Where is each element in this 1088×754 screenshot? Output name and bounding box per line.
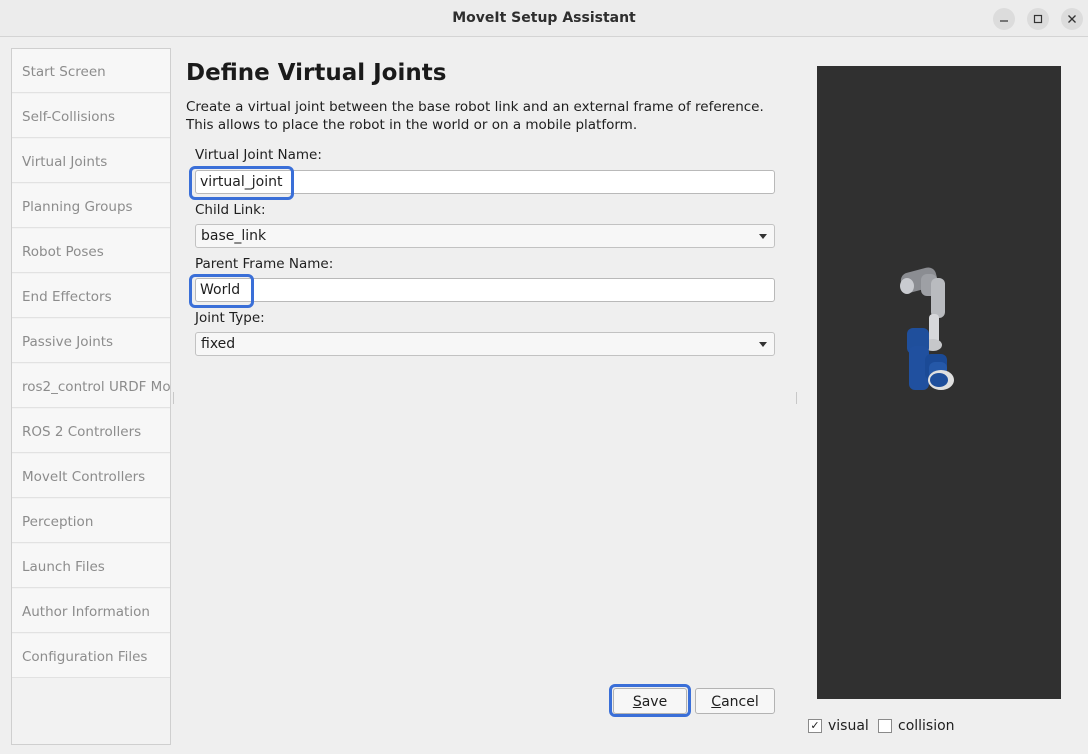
child-link-dropdown[interactable]: base_link: [195, 224, 775, 248]
close-icon: [1068, 15, 1076, 23]
page-description: Create a virtual joint between the base …: [186, 98, 764, 134]
visual-label: visual: [828, 718, 869, 734]
chevron-down-icon: [759, 234, 767, 239]
page-title: Define Virtual Joints: [186, 60, 447, 86]
robot-3d-viewport[interactable]: [817, 66, 1061, 699]
sidebar-item-passive-joints[interactable]: Passive Joints: [12, 319, 170, 363]
sidebar-item-planning-groups[interactable]: Planning Groups: [12, 184, 170, 228]
collision-label: collision: [898, 718, 955, 734]
sidebar-item-start-screen[interactable]: Start Screen: [12, 49, 170, 93]
title-bar: MoveIt Setup Assistant: [0, 0, 1088, 37]
sidebar-item-perception[interactable]: Perception: [12, 499, 170, 543]
sidebar-nav: Start Screen Self-Collisions Virtual Joi…: [11, 48, 171, 745]
child-link-label: Child Link:: [195, 202, 266, 218]
collision-checkbox[interactable]: [878, 719, 892, 733]
chevron-down-icon: [759, 342, 767, 347]
virtual-joint-name-label: Virtual Joint Name:: [195, 147, 322, 163]
maximize-icon: [1033, 14, 1043, 24]
visual-toggle[interactable]: ✓ visual: [808, 718, 869, 734]
minimize-button[interactable]: [993, 8, 1015, 30]
parent-frame-name-label: Parent Frame Name:: [195, 256, 334, 272]
virtual-joint-name-input[interactable]: [195, 170, 775, 194]
close-button[interactable]: [1061, 8, 1083, 30]
sidebar-item-end-effectors[interactable]: End Effectors: [12, 274, 170, 318]
sidebar-item-configuration-files[interactable]: Configuration Files: [12, 634, 170, 678]
sidebar-item-ros2-control[interactable]: ros2_control URDF Modifications: [12, 364, 170, 408]
visual-checkbox[interactable]: ✓: [808, 719, 822, 733]
parent-frame-name-input[interactable]: [195, 278, 775, 302]
splitter-handle-right[interactable]: [796, 392, 797, 404]
window-title: MoveIt Setup Assistant: [452, 10, 636, 26]
joint-type-dropdown[interactable]: fixed: [195, 332, 775, 356]
sidebar-item-robot-poses[interactable]: Robot Poses: [12, 229, 170, 273]
joint-type-value: fixed: [201, 336, 236, 352]
minimize-icon: [1000, 20, 1008, 22]
joint-type-label: Joint Type:: [195, 310, 265, 326]
splitter-handle-left[interactable]: [173, 392, 174, 404]
maximize-button[interactable]: [1027, 8, 1049, 30]
sidebar-item-author-information[interactable]: Author Information: [12, 589, 170, 633]
sidebar-item-self-collisions[interactable]: Self-Collisions: [12, 94, 170, 138]
save-button[interactable]: Save: [613, 688, 687, 714]
collision-toggle[interactable]: collision: [878, 718, 955, 734]
description-line-1: Create a virtual joint between the base …: [186, 99, 764, 115]
cancel-button[interactable]: Cancel: [695, 688, 775, 714]
sidebar-item-ros2-controllers[interactable]: ROS 2 Controllers: [12, 409, 170, 453]
child-link-value: base_link: [201, 228, 267, 244]
sidebar-item-launch-files[interactable]: Launch Files: [12, 544, 170, 588]
sidebar-item-virtual-joints[interactable]: Virtual Joints: [12, 139, 170, 183]
description-line-2: This allows to place the robot in the wo…: [186, 117, 638, 133]
robot-arm-model: [900, 267, 954, 390]
sidebar-item-moveit-controllers[interactable]: MoveIt Controllers: [12, 454, 170, 498]
